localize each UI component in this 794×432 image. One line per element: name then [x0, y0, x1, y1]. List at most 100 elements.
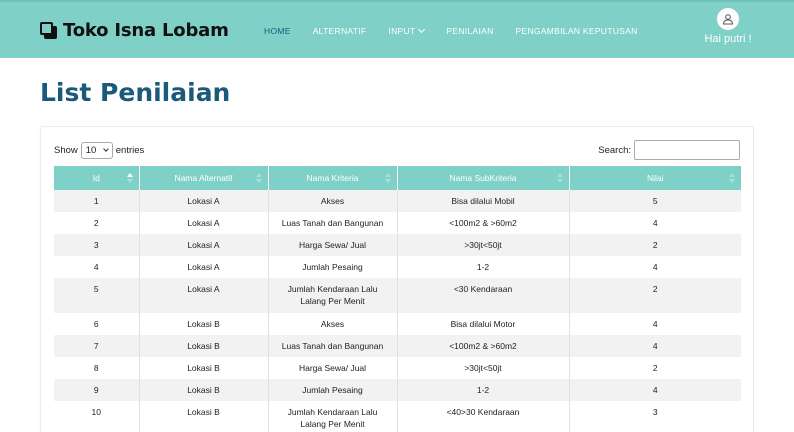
cell-nama-subkriteria: <100m2 & >60m2 [397, 335, 570, 357]
column-header-nama-alternatif[interactable]: Nama Alternatif [139, 166, 269, 190]
penilaian-card: Show 10 entries Search: Id Nama Alternat… [40, 126, 754, 432]
table-row: 3 Lokasi A Harga Sewa/ Jual >30jt<50jt 2 [54, 234, 741, 256]
cell-nama-kriteria: Jumlah Pesaing [268, 256, 398, 278]
cell-id: 7 [54, 335, 140, 357]
cell-nama-alternatif: Lokasi A [139, 234, 269, 256]
cell-nilai: 4 [652, 319, 658, 329]
table-row: 6 Lokasi B Akses Bisa dilalui Motor 4 [54, 313, 741, 335]
nav-alternatif[interactable]: ALTERNATIF [313, 26, 367, 36]
top-navbar: Toko Isna Lobam HOME ALTERNATIF INPUT PE… [0, 0, 794, 58]
cell-nama-subkriteria: >30jt<50jt [397, 234, 570, 256]
table-row: 2 Lokasi A Luas Tanah dan Bangunan <100m… [54, 212, 741, 234]
cell-id: 4 [54, 256, 140, 278]
column-header-id[interactable]: Id [54, 166, 140, 190]
cell-nilai: 2 [652, 363, 658, 373]
brand-logo-icon [40, 21, 58, 40]
entries-select-value: 10 [85, 145, 97, 156]
cell-nilai: 4 [652, 341, 658, 351]
main-nav: HOME ALTERNATIF INPUT PENILAIAN PENGAMBI… [264, 25, 660, 36]
table-row: 10 Lokasi B Jumlah Kendaraan Lalu Lalang… [54, 401, 741, 432]
sort-icon [729, 173, 735, 183]
cell-nama-subkriteria: <40>30 Kendaraan [397, 401, 570, 432]
chevron-down-icon [102, 146, 109, 152]
penilaian-table: Id Nama Alternatif Nama Kriteria Nama Su… [54, 166, 741, 432]
sort-icon [556, 173, 563, 183]
entries-length: Show 10 entries [54, 142, 144, 159]
nav-input[interactable]: INPUT [388, 25, 426, 36]
cell-id: 10 [54, 401, 140, 432]
cell-nama-alternatif: Lokasi B [139, 379, 269, 401]
nav-penilaian[interactable]: PENILAIAN [446, 26, 493, 36]
cell-nilai: 2 [652, 240, 658, 250]
nav-pengambilan-keputusan[interactable]: PENGAMBILAN KEPUTUSAN [516, 26, 638, 36]
cell-nama-kriteria: Luas Tanah dan Bangunan [268, 335, 398, 357]
cell-nama-alternatif: Lokasi A [139, 212, 269, 234]
cell-nilai: 4 [652, 218, 658, 228]
cell-nama-kriteria: Jumlah Kendaraan Lalu Lalang Per Menit [268, 401, 398, 432]
sort-icon [255, 173, 262, 183]
column-header-label: Nilai [646, 173, 664, 183]
cell-nama-kriteria: Akses [268, 190, 398, 212]
avatar[interactable] [717, 8, 739, 30]
search-input[interactable] [634, 140, 740, 160]
cell-nama-kriteria: Jumlah Kendaraan Lalu Lalang Per Menit [268, 278, 398, 313]
table-row: 5 Lokasi A Jumlah Kendaraan Lalu Lalang … [54, 278, 741, 313]
column-header-nama-subkriteria[interactable]: Nama SubKriteria [397, 166, 570, 190]
brand-name: Toko Isna Lobam [63, 20, 229, 41]
column-header-label: Nama Kriteria [306, 173, 359, 183]
cell-nama-subkriteria: <30 Kendaraan [397, 278, 570, 313]
cell-nama-alternatif: Lokasi B [139, 401, 269, 432]
page-title: List Penilaian [40, 78, 231, 107]
column-header-label: Nama Alternatif [174, 173, 233, 183]
cell-id: 6 [54, 313, 140, 335]
cell-id: 2 [54, 212, 140, 234]
brand[interactable]: Toko Isna Lobam [40, 20, 229, 41]
sort-icon [384, 173, 391, 183]
cell-nilai: 3 [652, 407, 658, 417]
cell-nama-subkriteria: Bisa dilalui Mobil [397, 190, 570, 212]
cell-nama-alternatif: Lokasi B [139, 313, 269, 335]
cell-nama-subkriteria: Bisa dilalui Motor [397, 313, 570, 335]
cell-nama-kriteria: Harga Sewa/ Jual [268, 357, 398, 379]
nav-home[interactable]: HOME [264, 26, 291, 36]
cell-nama-alternatif: Lokasi A [139, 256, 269, 278]
table-row: 8 Lokasi B Harga Sewa/ Jual >30jt<50jt 2 [54, 357, 741, 379]
cell-nama-kriteria: Harga Sewa/ Jual [268, 234, 398, 256]
cell-nilai: 2 [652, 284, 658, 294]
cell-id: 9 [54, 379, 140, 401]
column-header-label: Id [92, 173, 100, 183]
cell-id: 3 [54, 234, 140, 256]
user-icon [722, 14, 734, 25]
cell-nama-subkriteria: >30jt<50jt [397, 357, 570, 379]
cell-nilai: 5 [652, 196, 658, 206]
cell-nama-alternatif: Lokasi A [139, 190, 269, 212]
cell-nama-kriteria: Jumlah Pesaing [268, 379, 398, 401]
show-label: Show [54, 145, 78, 156]
table-header-row: Id Nama Alternatif Nama Kriteria Nama Su… [54, 166, 741, 190]
chevron-down-icon [418, 25, 426, 34]
sort-asc-icon [126, 173, 133, 183]
table-row: 1 Lokasi A Akses Bisa dilalui Mobil 5 [54, 190, 741, 212]
cell-id: 5 [54, 278, 140, 313]
table-search: Search: [598, 140, 740, 160]
nav-input-label: INPUT [388, 26, 416, 36]
cell-id: 8 [54, 357, 140, 379]
cell-nama-subkriteria: <100m2 & >60m2 [397, 212, 570, 234]
cell-nama-alternatif: Lokasi B [139, 335, 269, 357]
column-header-nama-kriteria[interactable]: Nama Kriteria [268, 166, 398, 190]
cell-nilai: 4 [652, 262, 658, 272]
cell-nama-alternatif: Lokasi A [139, 278, 269, 313]
user-menu[interactable]: Hai putri ! [702, 8, 754, 45]
table-row: 4 Lokasi A Jumlah Pesaing 1-2 4 [54, 256, 741, 278]
entries-select[interactable]: 10 [80, 142, 113, 159]
column-header-label: Nama SubKriteria [449, 173, 517, 183]
cell-nama-subkriteria: 1-2 [397, 379, 570, 401]
column-header-nilai[interactable]: Nilai [569, 166, 741, 190]
cell-id: 1 [54, 190, 140, 212]
cell-nama-kriteria: Luas Tanah dan Bangunan [268, 212, 398, 234]
cell-nama-kriteria: Akses [268, 313, 398, 335]
table-controls: Show 10 entries Search: [54, 140, 740, 162]
user-greeting: Hai putri ! [704, 33, 752, 45]
cell-nama-subkriteria: 1-2 [397, 256, 570, 278]
entries-label: entries [115, 145, 145, 156]
